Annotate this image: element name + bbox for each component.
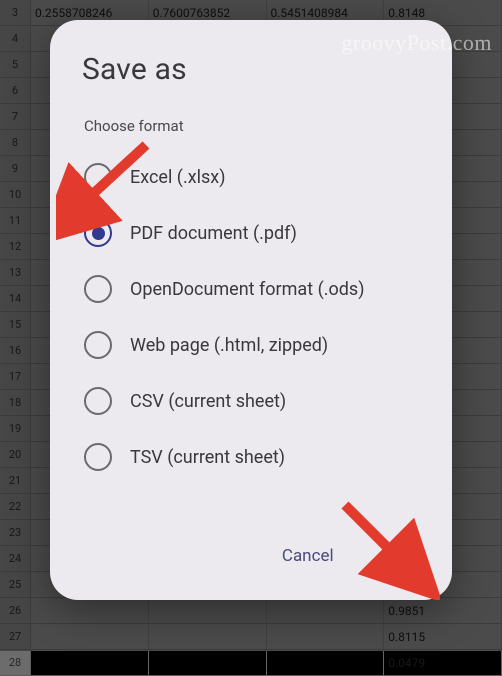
sheet-cell (31, 650, 149, 675)
sheet-row: 28 0.0479 (0, 650, 502, 676)
format-option-label: CSV (current sheet) (130, 391, 286, 412)
radio-icon (84, 331, 112, 359)
format-option[interactable]: PDF document (.pdf) (78, 205, 424, 261)
format-option[interactable]: Excel (.xlsx) (78, 149, 424, 205)
radio-icon (84, 275, 112, 303)
radio-icon (84, 219, 112, 247)
format-option[interactable]: TSV (current sheet) (78, 429, 424, 485)
choose-format-label: Choose format (84, 117, 424, 135)
format-option[interactable]: Web page (.html, zipped) (78, 317, 424, 373)
format-option-label: OpenDocument format (.ods) (130, 279, 364, 300)
cancel-button[interactable]: Cancel (276, 538, 340, 574)
format-option-label: TSV (current sheet) (130, 447, 285, 468)
format-option[interactable]: CSV (current sheet) (78, 373, 424, 429)
format-option-label: Excel (.xlsx) (130, 167, 226, 188)
dialog-actions: Cancel OK (78, 532, 424, 580)
format-option[interactable]: OpenDocument format (.ods) (78, 261, 424, 317)
format-options-list: Excel (.xlsx) PDF document (.pdf) OpenDocu… (78, 149, 424, 485)
dialog-title: Save as (82, 52, 424, 87)
radio-icon (84, 387, 112, 415)
radio-icon (84, 163, 112, 191)
row-header: 28 (0, 650, 31, 675)
format-option-label: Web page (.html, zipped) (130, 335, 328, 356)
ok-button[interactable]: OK (376, 538, 410, 574)
sheet-cell: 0.0479 (384, 650, 502, 675)
save-as-dialog: Save as Choose format Excel (.xlsx) PDF d… (50, 20, 452, 600)
sheet-cell (149, 650, 267, 675)
radio-icon (84, 443, 112, 471)
format-option-label: PDF document (.pdf) (130, 223, 297, 244)
sheet-cell (267, 650, 385, 675)
